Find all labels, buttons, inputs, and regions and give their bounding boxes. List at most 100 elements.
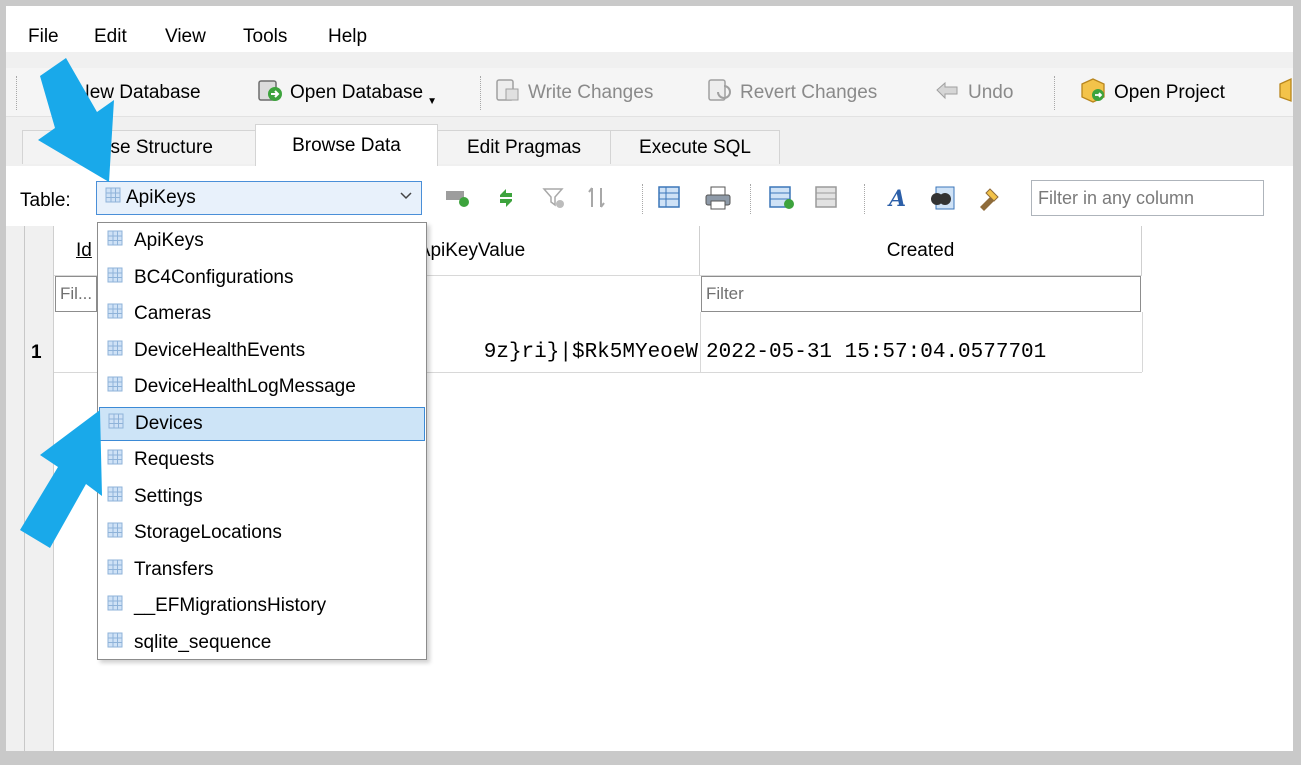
tab-browse-data-label: Browse Data: [292, 134, 401, 156]
column-divider: [1142, 312, 1143, 372]
table-icon: [105, 187, 121, 209]
dropdown-item[interactable]: Devices: [99, 406, 425, 441]
open-database-label: Open Database: [290, 82, 424, 103]
dropdown-item[interactable]: Transfers: [99, 553, 425, 587]
cell-created[interactable]: 2022-05-31 15:57:04.0577701: [700, 332, 1142, 372]
browse-separator: [642, 184, 644, 214]
dropdown-item-label: Requests: [134, 449, 215, 470]
column-header-created[interactable]: Created: [700, 226, 1142, 276]
tab-execute-sql-label: Execute SQL: [639, 136, 751, 158]
chevron-down-icon[interactable]: [399, 188, 413, 207]
save-project-icon: [1276, 76, 1293, 110]
menu-bar: File Edit View Tools Help: [6, 6, 1293, 52]
new-database-button[interactable]: New Database: [44, 78, 201, 108]
main-toolbar: New Database Open Database ▼ Write Chang…: [6, 68, 1293, 117]
dropdown-item[interactable]: BC4Configurations: [99, 261, 425, 295]
dropdown-item-label: DeviceHealthLogMessage: [134, 376, 356, 397]
menu-tools[interactable]: Tools: [243, 26, 287, 48]
table-icon: [107, 632, 123, 654]
revert-changes-label: Revert Changes: [740, 82, 878, 103]
delete-record-icon[interactable]: [812, 182, 844, 214]
open-project-label: Open Project: [1114, 82, 1225, 103]
app-window: File Edit View Tools Help New Database O…: [6, 6, 1293, 751]
dropdown-item[interactable]: StorageLocations: [99, 516, 425, 550]
tab-browse-data[interactable]: Browse Data: [255, 124, 438, 166]
table-icon: [108, 413, 124, 435]
revert-changes-button[interactable]: Revert Changes: [706, 78, 877, 108]
find-replace-icon[interactable]: [974, 182, 1006, 214]
new-database-icon: [44, 77, 70, 109]
undo-icon: [934, 78, 962, 108]
browse-toolbar: Table: ApiKeys A Filter in any column: [6, 166, 1293, 226]
open-project-button[interactable]: Open Project: [1078, 78, 1225, 108]
dropdown-item[interactable]: __EFMigrationsHistory: [99, 589, 425, 623]
table-icon: [107, 340, 123, 362]
dropdown-item-label: BC4Configurations: [134, 266, 294, 288]
write-changes-button[interactable]: Write Changes: [494, 78, 653, 108]
dropdown-item[interactable]: DeviceHealthEvents: [99, 334, 425, 368]
table-dropdown-list: ApiKeys BC4Configurations Cameras DeviceHea…: [97, 222, 427, 660]
dropdown-item[interactable]: sqlite_sequence: [99, 626, 425, 660]
print-icon[interactable]: [702, 182, 734, 214]
dropdown-item-label: Transfers: [134, 558, 214, 580]
tab-execute-sql[interactable]: Execute SQL: [610, 130, 780, 164]
column-divider: [700, 312, 701, 372]
dropdown-item-label: Devices: [135, 412, 203, 434]
dropdown-item[interactable]: ApiKeys: [99, 224, 425, 258]
filter-input-id[interactable]: Fil...: [55, 276, 97, 312]
save-project-button[interactable]: [1276, 76, 1293, 110]
svg-text:A: A: [887, 186, 906, 211]
menu-file[interactable]: File: [28, 26, 59, 48]
toolbar-separator: [1054, 76, 1056, 110]
clear-filters-icon[interactable]: [442, 182, 474, 214]
open-project-icon: [1078, 76, 1108, 110]
main-tabs: D se Structure Browse Data Edit Pragmas …: [6, 120, 1293, 166]
tab-database-structure[interactable]: D se Structure: [22, 130, 256, 164]
table-icon: [107, 449, 123, 471]
tab-edit-pragmas[interactable]: Edit Pragmas: [437, 130, 611, 164]
insert-record-icon[interactable]: [766, 182, 798, 214]
table-icon: [107, 230, 123, 252]
filter-icon[interactable]: [538, 182, 570, 214]
dropdown-item-label: __EFMigrationsHistory: [134, 595, 327, 616]
dropdown-item[interactable]: Settings: [99, 480, 425, 514]
toolbar-separator: [480, 76, 482, 110]
open-database-dropdown-icon[interactable]: ▼: [427, 96, 437, 107]
table-select-value: ApiKeys: [126, 187, 196, 208]
filter-input-created[interactable]: Filter: [701, 276, 1141, 312]
dropdown-item-label: ApiKeys: [134, 230, 204, 251]
toolbar-grip: [16, 76, 18, 110]
filter-any-column-input[interactable]: [1031, 180, 1264, 216]
find-icon[interactable]: [926, 182, 958, 214]
dropdown-item[interactable]: DeviceHealthLogMessage: [99, 370, 425, 404]
column-header-id-label: Id: [76, 239, 92, 261]
table-select[interactable]: ApiKeys: [96, 181, 422, 215]
table-icon: [107, 559, 123, 581]
write-changes-label: Write Changes: [528, 82, 654, 103]
table-icon: [107, 376, 123, 398]
sort-icon[interactable]: [582, 182, 614, 214]
dropdown-item-label: Cameras: [134, 303, 212, 324]
tab-edit-pragmas-label: Edit Pragmas: [466, 136, 582, 158]
row-number[interactable]: 1: [31, 342, 42, 364]
browse-separator: [750, 184, 752, 214]
refresh-icon[interactable]: [490, 182, 522, 214]
table-icon: [107, 522, 123, 544]
dropdown-item-label: sqlite_sequence: [134, 631, 272, 653]
undo-button[interactable]: Undo: [934, 78, 1013, 108]
menu-help[interactable]: Help: [328, 26, 367, 48]
save-view-icon[interactable]: [654, 182, 686, 214]
column-header-apikeyvalue-label: ApiKeyValue: [417, 239, 526, 261]
open-database-icon: [256, 76, 284, 110]
dropdown-item[interactable]: Requests: [99, 443, 425, 477]
revert-changes-icon: [706, 76, 734, 110]
menu-edit[interactable]: Edit: [94, 26, 127, 48]
tab-database-structure-label: D se Structure: [65, 136, 213, 158]
menu-view[interactable]: View: [165, 26, 206, 48]
open-database-button[interactable]: Open Database ▼: [256, 78, 437, 108]
dropdown-item[interactable]: Cameras: [99, 297, 425, 331]
table-icon: [107, 303, 123, 325]
font-icon[interactable]: A: [882, 182, 914, 214]
undo-label: Undo: [968, 82, 1014, 103]
write-changes-icon: [494, 76, 522, 110]
